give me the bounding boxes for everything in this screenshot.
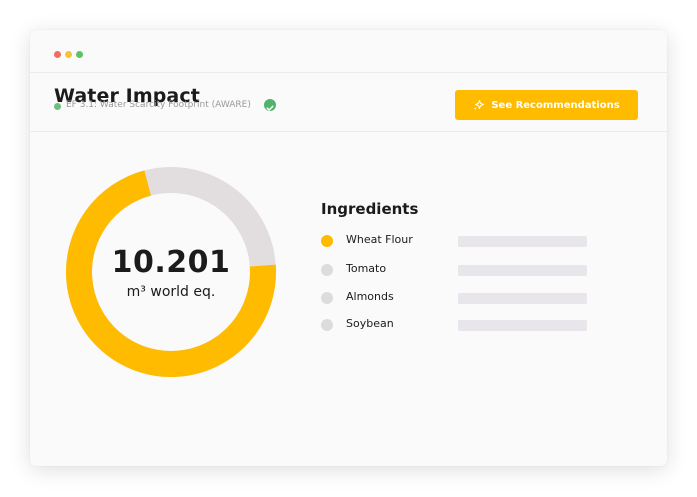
impact-unit: m³ world eq. — [126, 284, 216, 300]
ingredient-value-bar — [458, 320, 587, 331]
maximize-window-dot[interactable] — [76, 51, 83, 58]
see-recommendations-button[interactable]: See Recommendations — [455, 90, 638, 120]
ingredient-label: Soybean — [346, 317, 394, 330]
minimize-window-dot[interactable] — [65, 51, 72, 58]
methodology-subtitle: EF 3.1: Water Scarcity Footprint (AWARE) — [66, 100, 251, 110]
close-window-dot[interactable] — [54, 51, 61, 58]
ingredient-dot — [321, 319, 333, 331]
ingredient-item[interactable]: Wheat Flour — [321, 233, 591, 249]
see-recommendations-label: See Recommendations — [491, 99, 620, 111]
ingredient-dot — [321, 235, 333, 247]
ingredient-dot — [321, 292, 333, 304]
ingredient-value-bar — [458, 265, 587, 276]
status-dot — [54, 103, 61, 110]
ingredient-item[interactable]: Soybean — [321, 317, 591, 333]
window-titlebar — [30, 30, 667, 73]
check-circle-icon — [264, 99, 276, 111]
ingredient-label: Almonds — [346, 290, 394, 303]
ingredient-dot — [321, 264, 333, 276]
ingredient-item[interactable]: Almonds — [321, 290, 591, 306]
ingredient-value-bar — [458, 293, 587, 304]
sparkle-icon — [474, 100, 485, 110]
ingredients-heading: Ingredients — [321, 200, 419, 218]
ingredient-item[interactable]: Tomato — [321, 262, 591, 278]
app-window: Water Impact EF 3.1: Water Scarcity Foot… — [30, 30, 667, 466]
ingredient-label: Wheat Flour — [346, 233, 413, 246]
ingredient-label: Tomato — [346, 262, 387, 275]
ingredient-value-bar — [458, 236, 587, 247]
impact-value: 10.201 — [111, 245, 231, 280]
